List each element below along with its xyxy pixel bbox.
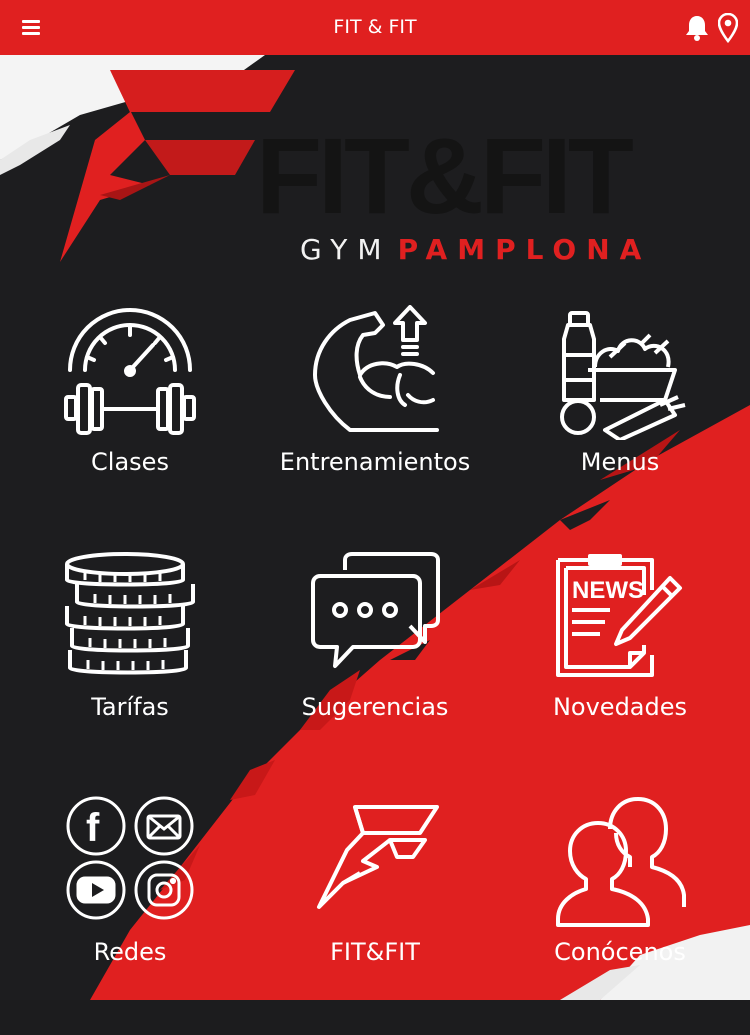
speedometer-dumbbell-icon — [64, 308, 196, 435]
tile-label: Menus — [580, 448, 660, 476]
tile-label: Novedades — [552, 693, 688, 721]
tile-novedades[interactable]: NEWS Novedades — [495, 550, 745, 790]
tile-label: Sugerencias — [301, 693, 449, 721]
tile-conocenos[interactable]: Conócenos — [495, 795, 745, 1035]
tile-label: Tarífas — [91, 693, 169, 721]
tile-entrenamientos[interactable]: Entrenamientos — [250, 305, 500, 545]
tile-label: FIT&FIT — [330, 938, 420, 966]
chat-bubbles-icon — [311, 552, 440, 668]
tile-fitfit[interactable]: FIT&FIT — [250, 795, 500, 1035]
app-bar: FIT & FIT — [0, 0, 750, 55]
fit-logo-icon — [317, 805, 439, 909]
tile-label: Redes — [93, 938, 167, 966]
tagline-city: PAMPLONA — [397, 233, 652, 266]
food-icon — [560, 311, 686, 440]
tile-clases[interactable]: Clases — [5, 305, 255, 545]
tile-redes[interactable]: f Redes — [5, 795, 255, 1035]
flexed-arm-icon — [313, 305, 439, 432]
tile-label: Entrenamientos — [279, 448, 471, 476]
bell-icon[interactable] — [684, 14, 710, 42]
people-icon — [556, 797, 686, 927]
tile-label: Conócenos — [554, 938, 686, 966]
tile-sugerencias[interactable]: Sugerencias — [250, 550, 500, 790]
logo-tagline: GYM PAMPLONA — [300, 233, 651, 266]
news-clipboard-icon: NEWS — [556, 554, 682, 677]
tile-menus[interactable]: Menus — [495, 305, 745, 545]
tile-label: Clases — [91, 448, 169, 476]
svg-text:f: f — [86, 806, 100, 850]
logo-wordmark: FIT&FIT — [256, 115, 634, 236]
app-title: FIT & FIT — [333, 16, 417, 38]
location-pin-icon[interactable] — [718, 13, 738, 43]
coins-stack-icon — [65, 552, 195, 675]
social-networks-icon: f — [66, 796, 194, 920]
svg-text:NEWS: NEWS — [572, 577, 644, 604]
tagline-gym: GYM — [300, 233, 392, 266]
tile-tarifas[interactable]: Tarífas — [5, 550, 255, 790]
